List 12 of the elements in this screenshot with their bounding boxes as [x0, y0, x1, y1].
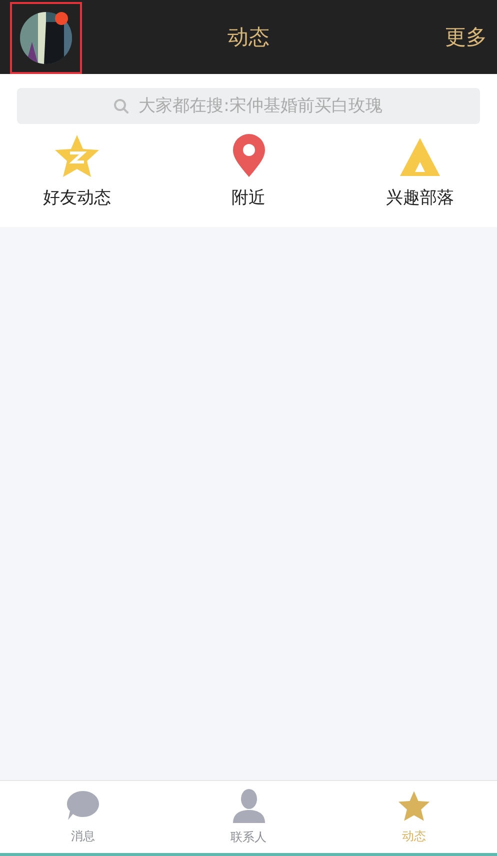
- location-pin-icon: [230, 134, 266, 178]
- star-icon: [53, 134, 101, 178]
- person-icon: [232, 788, 264, 822]
- star-icon: [397, 790, 432, 822]
- shortcut-button[interactable]: 附近: [188, 134, 308, 209]
- more-button[interactable]: 更多: [445, 23, 487, 51]
- search-icon: [113, 98, 129, 114]
- shortcut-button[interactable]: 好友动态: [17, 134, 137, 209]
- page-title: 动态: [228, 24, 270, 51]
- shortcut-button[interactable]: 兴趣部落: [360, 134, 480, 209]
- search-field[interactable]: 大家都在搜:宋仲基婚前买白玫瑰: [17, 88, 480, 124]
- chat-bubble-icon: [66, 790, 100, 822]
